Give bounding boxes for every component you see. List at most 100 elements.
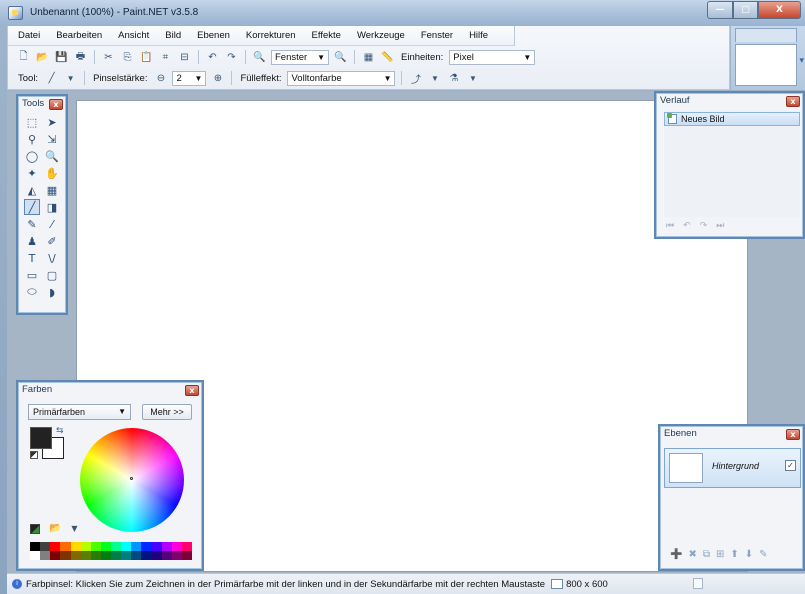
undo-icon[interactable]: ↶ bbox=[683, 221, 691, 231]
duplicate-layer-icon[interactable]: ⧉ bbox=[703, 549, 710, 560]
move-selection-tool[interactable]: ⇲ bbox=[44, 131, 60, 147]
palette-color-swatch[interactable] bbox=[100, 542, 111, 551]
minimize-button[interactable]: — bbox=[707, 1, 733, 19]
palette-color-swatch[interactable] bbox=[141, 551, 152, 560]
palette-color-swatch[interactable] bbox=[70, 551, 81, 560]
palette-color-swatch[interactable] bbox=[161, 551, 172, 560]
menu-werkzeuge[interactable]: Werkzeuge bbox=[349, 30, 413, 41]
text-tool[interactable]: T bbox=[24, 250, 40, 266]
palette-color-swatch[interactable] bbox=[151, 542, 162, 551]
palette-color-swatch[interactable] bbox=[80, 551, 91, 560]
layer-visibility-checkbox[interactable]: ✓ bbox=[785, 460, 796, 471]
paintbrush-icon[interactable]: ╱ bbox=[45, 72, 58, 85]
paintnet-app-icon[interactable] bbox=[8, 6, 23, 20]
menu-fenster[interactable]: Fenster bbox=[413, 30, 461, 41]
palette-color-swatch[interactable] bbox=[60, 542, 71, 551]
palette-color-swatch[interactable] bbox=[121, 551, 132, 560]
palette-color-swatch[interactable] bbox=[90, 542, 101, 551]
units-select[interactable]: Pixel ▼ bbox=[449, 49, 536, 65]
menu-datei[interactable]: Datei bbox=[10, 30, 48, 41]
tools-panel-close-button[interactable]: x bbox=[49, 99, 63, 110]
palette-color-swatch[interactable] bbox=[90, 551, 101, 560]
cut-icon[interactable]: ✂ bbox=[102, 51, 115, 64]
zoom-select[interactable]: Fenster ▼ bbox=[271, 49, 329, 65]
fill-select[interactable]: Volltonfarbe ▼ bbox=[287, 70, 396, 86]
chevron-down-icon[interactable]: ▼ bbox=[428, 72, 441, 85]
palette-color-swatch[interactable] bbox=[100, 551, 111, 560]
menu-hilfe[interactable]: Hilfe bbox=[461, 30, 496, 41]
palette-color-swatch[interactable] bbox=[80, 542, 91, 551]
open-icon[interactable]: 📂 bbox=[36, 51, 49, 64]
palette-color-swatch[interactable] bbox=[50, 551, 61, 560]
menu-korrekturen[interactable]: Korrekturen bbox=[238, 30, 304, 41]
maximize-button[interactable]: □ bbox=[733, 1, 758, 19]
image-tab[interactable] bbox=[735, 28, 797, 42]
colors-panel-close-button[interactable]: x bbox=[185, 385, 199, 396]
palette-color-swatch[interactable] bbox=[30, 551, 41, 560]
reset-colors-icon[interactable] bbox=[30, 451, 38, 459]
paste-icon[interactable]: 📋 bbox=[140, 51, 153, 64]
palette-color-swatch[interactable] bbox=[151, 551, 162, 560]
history-item[interactable]: Neues Bild bbox=[664, 112, 800, 126]
brush-width-select[interactable]: 2 ▼ bbox=[172, 70, 207, 86]
merge-layer-icon[interactable]: ⊞ bbox=[716, 549, 724, 560]
crop-icon[interactable]: ⌗ bbox=[159, 51, 172, 64]
palette-color-swatch[interactable] bbox=[141, 542, 152, 551]
palette-color-swatch[interactable] bbox=[111, 551, 122, 560]
eraser-tool[interactable]: ◨ bbox=[44, 199, 60, 215]
color-palette[interactable] bbox=[30, 542, 192, 560]
delete-layer-icon[interactable]: ✖ bbox=[688, 549, 696, 560]
lasso-select-tool[interactable]: ⚲ bbox=[24, 131, 40, 147]
increase-width-icon[interactable]: ⊕ bbox=[211, 72, 224, 85]
palette-color-swatch[interactable] bbox=[40, 551, 51, 560]
title-bar[interactable]: Unbenannt (100%) - Paint.NET v3.5.8 — □ … bbox=[0, 0, 805, 26]
color-wheel[interactable] bbox=[80, 428, 184, 532]
blend-mode-icon[interactable]: ⚗ bbox=[447, 72, 460, 85]
palette-color-swatch[interactable] bbox=[50, 542, 61, 551]
palette-color-swatch[interactable] bbox=[171, 542, 182, 551]
paintbrush-tool[interactable]: ╱ bbox=[24, 199, 40, 215]
image-thumbnail[interactable] bbox=[735, 44, 797, 86]
ellipse-select-tool[interactable]: ◯ bbox=[24, 148, 40, 164]
line-curve-tool[interactable]: \/ bbox=[44, 250, 60, 266]
swap-colors-icon[interactable]: ⇆ bbox=[56, 426, 64, 436]
palette-color-swatch[interactable] bbox=[111, 542, 122, 551]
palette-color-swatch[interactable] bbox=[30, 542, 41, 551]
chevron-down-icon[interactable]: ▼ bbox=[68, 522, 81, 535]
menu-bild[interactable]: Bild bbox=[157, 30, 189, 41]
gradient-tool[interactable]: ▦ bbox=[44, 182, 60, 198]
move-selected-pixels-tool[interactable]: ➤ bbox=[44, 114, 60, 130]
pan-tool[interactable]: ✋ bbox=[44, 165, 60, 181]
freeform-shape-tool[interactable]: ◗ bbox=[44, 284, 60, 300]
redo-icon[interactable]: ↷ bbox=[700, 221, 708, 231]
menu-bearbeiten[interactable]: Bearbeiten bbox=[48, 30, 110, 41]
layer-row[interactable]: Hintergrund ✓ bbox=[664, 448, 801, 488]
pencil-tool[interactable]: ✎ bbox=[24, 216, 40, 232]
print-icon[interactable]: 🖶 bbox=[74, 51, 87, 64]
color-mode-select[interactable]: Primärfarben ▼ bbox=[28, 404, 131, 420]
rectangle-tool[interactable]: ▭ bbox=[24, 267, 40, 283]
save-icon[interactable]: 💾 bbox=[55, 51, 68, 64]
palette-swatch-icon[interactable] bbox=[30, 523, 40, 534]
zoom-out-icon[interactable]: 🔍 bbox=[253, 51, 266, 64]
palette-color-swatch[interactable] bbox=[70, 542, 81, 551]
undo-icon[interactable]: ↶ bbox=[206, 51, 219, 64]
clone-stamp-tool[interactable]: ♟ bbox=[24, 233, 40, 249]
layers-panel-close-button[interactable]: x bbox=[786, 429, 800, 440]
undo-all-icon[interactable]: ⏮ bbox=[666, 221, 674, 231]
chevron-down-icon[interactable]: ▼ bbox=[466, 72, 479, 85]
move-down-icon[interactable]: ⬇ bbox=[745, 549, 753, 560]
ellipse-tool[interactable]: ⬭ bbox=[24, 284, 40, 300]
redo-all-icon[interactable]: ⏭ bbox=[716, 221, 724, 231]
rounded-rectangle-tool[interactable]: ▢ bbox=[44, 267, 60, 283]
zoom-in-icon[interactable]: 🔍 bbox=[334, 51, 347, 64]
menu-ebenen[interactable]: Ebenen bbox=[189, 30, 238, 41]
paint-bucket-tool[interactable]: ◭ bbox=[24, 182, 40, 198]
palette-color-swatch[interactable] bbox=[40, 542, 51, 551]
history-panel-close-button[interactable]: x bbox=[786, 96, 800, 107]
palette-color-swatch[interactable] bbox=[161, 542, 172, 551]
palette-color-swatch[interactable] bbox=[131, 551, 142, 560]
grid-icon[interactable]: ▦ bbox=[362, 51, 375, 64]
menu-ansicht[interactable]: Ansicht bbox=[110, 30, 157, 41]
deselect-icon[interactable]: ⊟ bbox=[178, 51, 191, 64]
